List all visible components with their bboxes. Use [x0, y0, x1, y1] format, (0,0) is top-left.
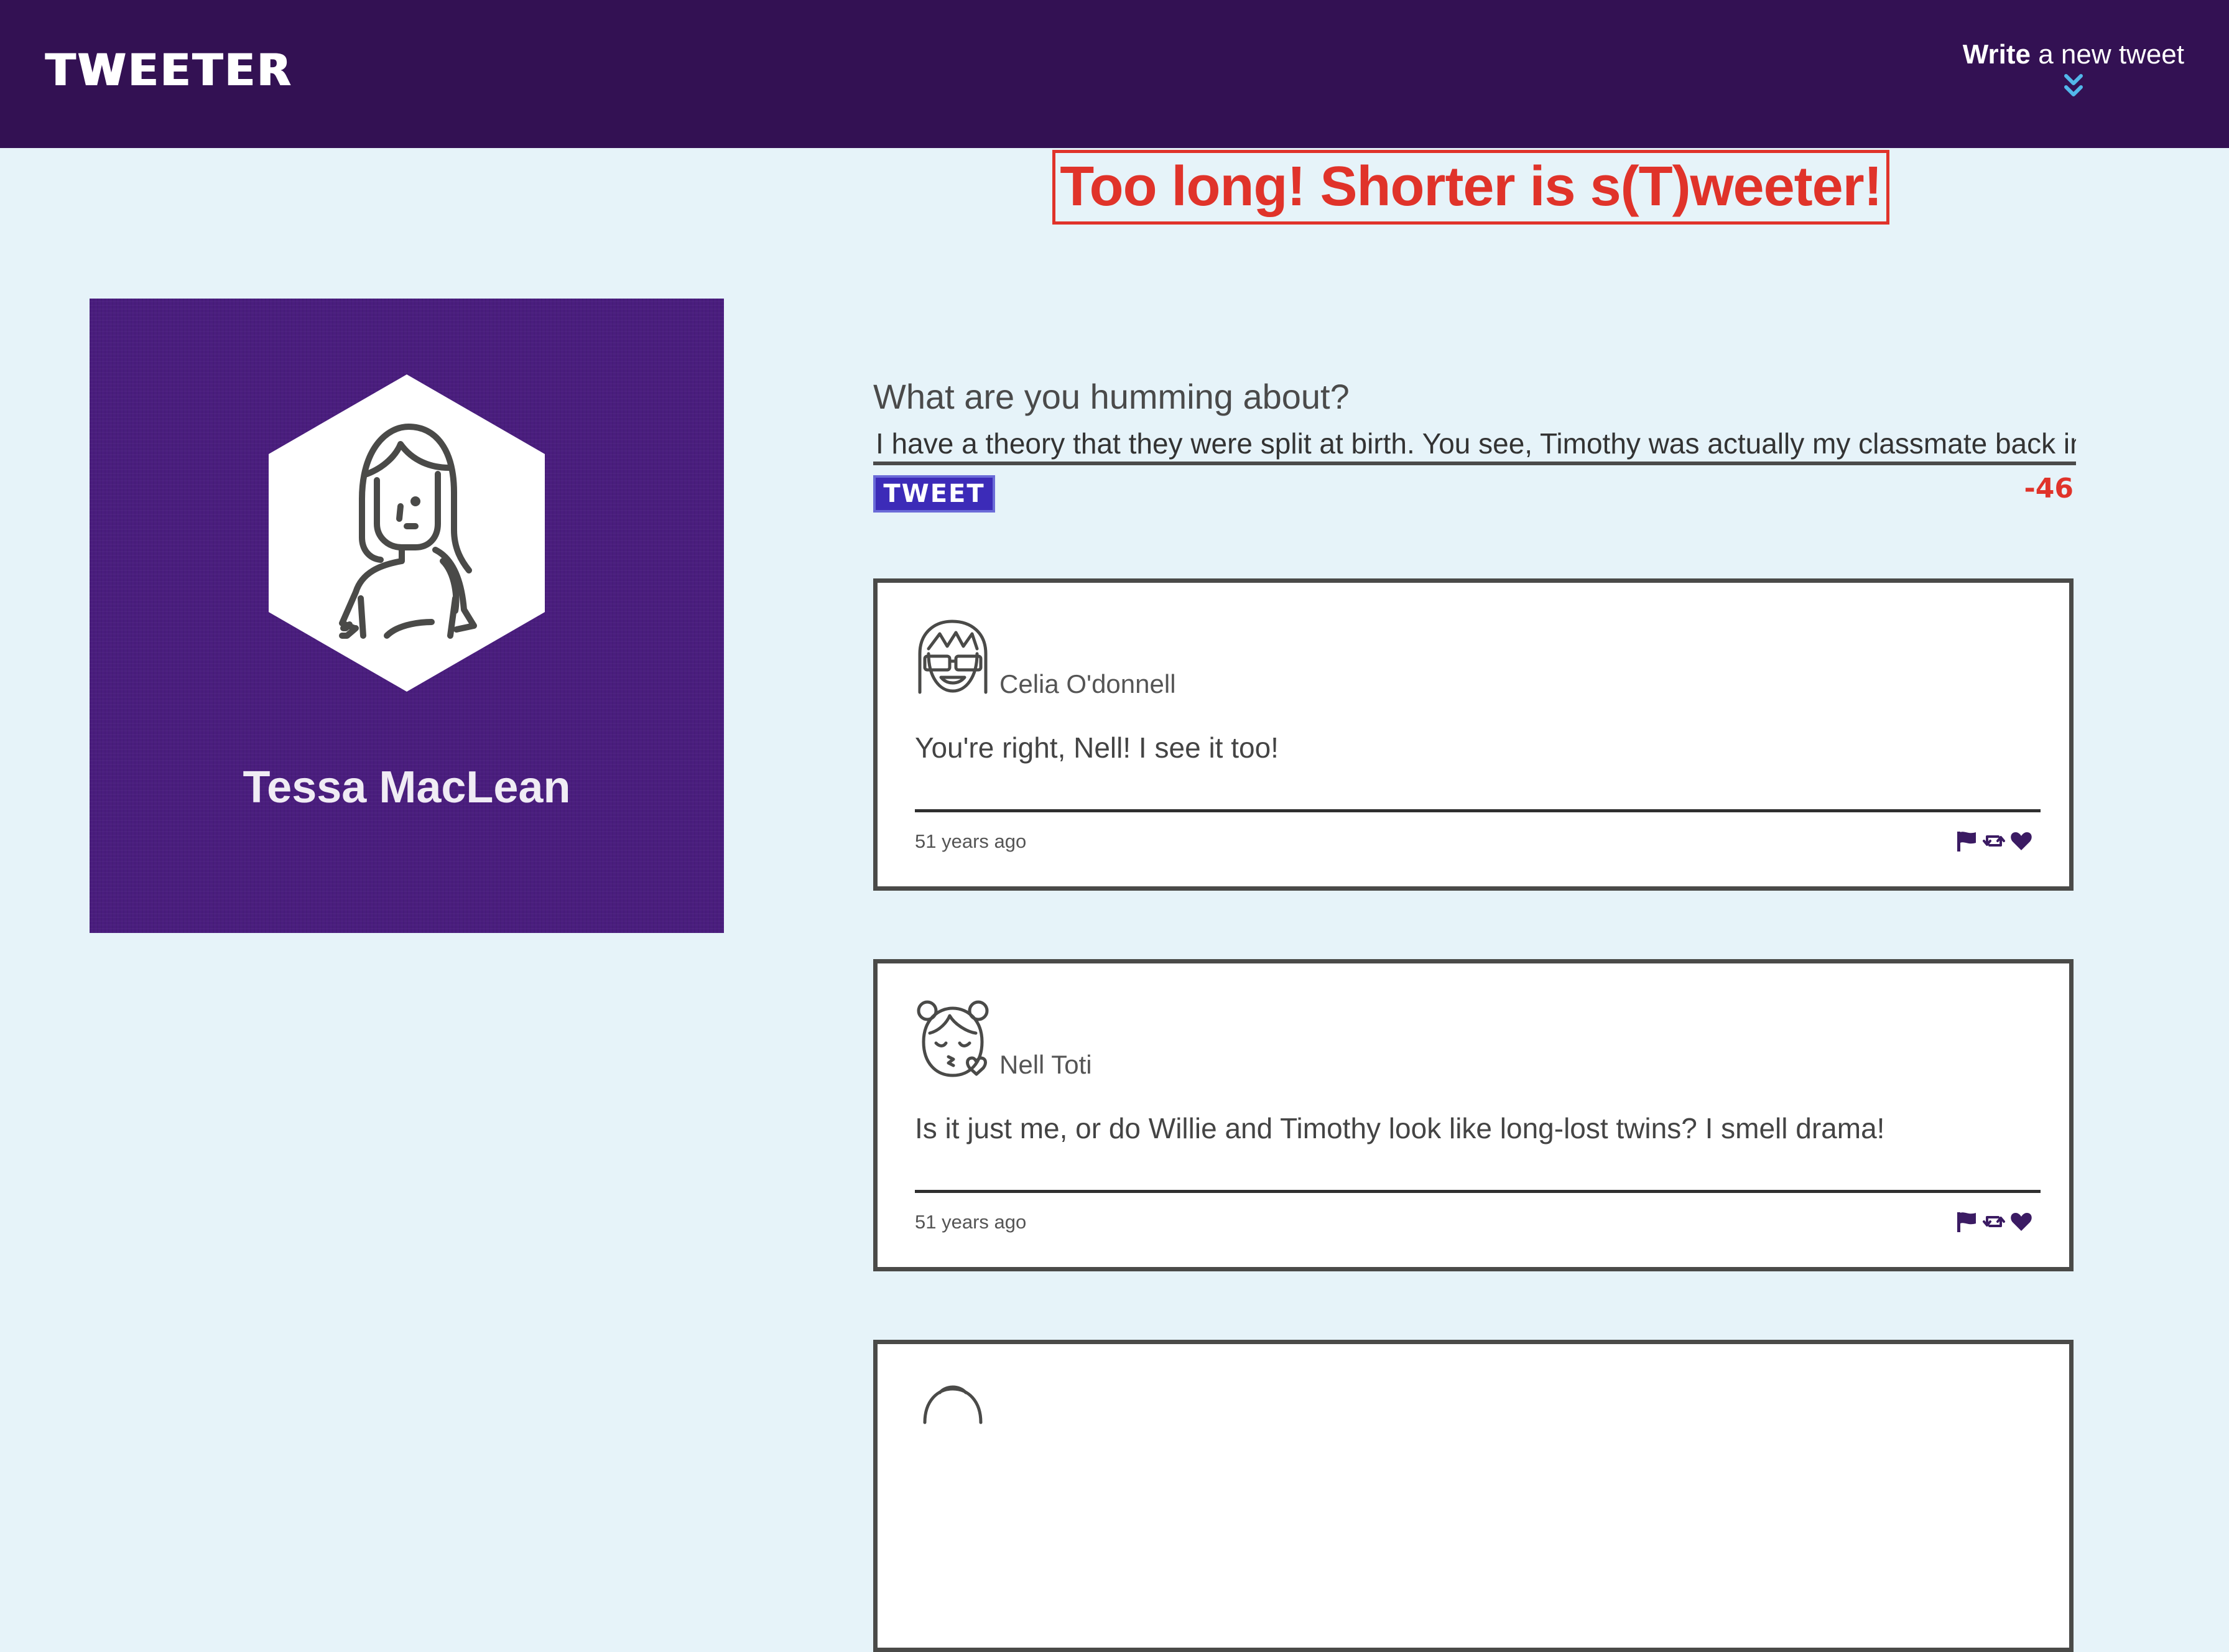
tweet-textarea[interactable]: I have a theory that they were split at … [873, 425, 2076, 465]
tweet-author: Nell Toti [999, 1050, 1092, 1079]
compose-toggle-bold: Write [1962, 39, 2031, 70]
retweet-icon[interactable] [1982, 1210, 2006, 1233]
girl-kiss-avatar-icon [917, 1000, 989, 1077]
error-message: Too long! Shorter is s(T)weeter! [1052, 150, 1889, 225]
retweet-icon[interactable] [1982, 829, 2006, 853]
tweet-submit-button[interactable]: TWEET [873, 475, 995, 513]
compose-toggle[interactable]: Write a new tweet [1963, 41, 2184, 100]
double-chevron-down-icon[interactable] [2062, 72, 2085, 100]
tweet-card: Celia O'donnell You're right, Nell! I se… [873, 578, 2074, 891]
tweet-time: 51 years ago [915, 1211, 1027, 1233]
compose-toggle-label[interactable]: Write a new tweet [1963, 41, 2184, 68]
compose-form: What are you humming about? I have a the… [873, 373, 2076, 515]
avatar-icon [923, 1385, 983, 1424]
compose-toggle-rest: a new tweet [2030, 39, 2184, 70]
profile-name: Tessa MacLean [243, 763, 571, 812]
brand-logo[interactable]: TWEETER [45, 49, 293, 92]
girl-sunglasses-avatar-icon [918, 620, 988, 694]
flag-icon[interactable] [1955, 1210, 1978, 1233]
tweet-author: Celia O'donnell [999, 669, 1176, 698]
tweet-divider [915, 1190, 2041, 1193]
tweet-actions [1955, 1210, 2033, 1235]
heart-icon[interactable] [2009, 1210, 2033, 1233]
profile-card: Tessa MacLean [90, 299, 724, 933]
tweet-content: You're right, Nell! I see it too! [915, 731, 1279, 764]
tweet-card: Nell Toti Is it just me, or do Willie an… [873, 959, 2074, 1271]
tweet-card [873, 1340, 2074, 1652]
top-nav: TWEETER Write a new tweet [0, 0, 2229, 148]
character-counter: -46 [2024, 473, 2074, 504]
heart-icon[interactable] [2009, 829, 2033, 853]
tweet-content: Is it just me, or do Willie and Timothy … [915, 1112, 1885, 1144]
flag-icon[interactable] [1955, 829, 1978, 853]
tweet-actions [1955, 829, 2033, 854]
compose-prompt: What are you humming about? [873, 377, 1350, 416]
woman-avatar-icon [269, 374, 545, 692]
tweet-divider [915, 809, 2041, 812]
compose-actions-row: TWEET -46 [873, 471, 2074, 515]
tweet-time: 51 years ago [915, 830, 1027, 852]
